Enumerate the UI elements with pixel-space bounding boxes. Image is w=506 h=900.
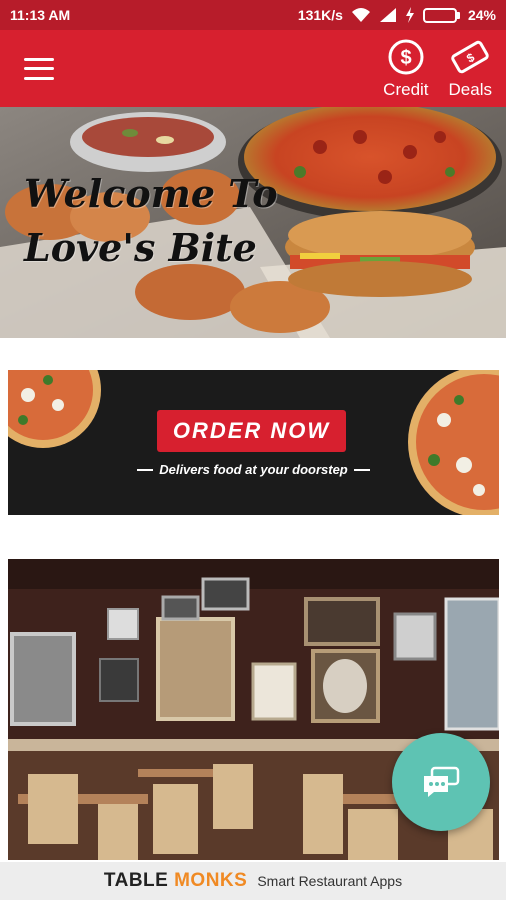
credit-button[interactable]: $ Credit [383,38,429,100]
hero-title: Welcome To Love's Bite [24,167,278,275]
svg-text:$: $ [400,47,411,69]
status-indicators: 131K/s 24% [298,7,496,23]
deals-label: Deals [448,79,492,99]
hero-title-line1: Welcome To [24,171,278,216]
pizza-decoration-right [408,370,499,515]
hero-banner[interactable]: Welcome To Love's Bite [0,107,506,338]
deals-button[interactable]: $ Deals [449,38,492,100]
credit-label: Credit [383,79,429,99]
dollar-circle-icon: $ [388,39,424,74]
order-now-banner[interactable]: ORDER NOW Delivers food at your doorstep [8,370,499,515]
status-time: 11:13 AM [10,7,71,23]
brand-logo: TABLE MONKS [104,870,247,892]
brand-tagline: Smart Restaurant Apps [257,873,403,889]
hamburger-menu-icon[interactable] [24,57,54,80]
order-tagline: Delivers food at your doorstep [126,462,381,477]
footer-branding: TABLE MONKS Smart Restaurant Apps [0,862,506,900]
order-now-button[interactable]: ORDER NOW [157,410,346,452]
battery-percent: 24% [467,7,496,23]
charging-icon [405,7,414,23]
chat-fab-button[interactable] [392,733,490,831]
order-tagline-text: Delivers food at your doorstep [159,462,348,477]
brand-part1: TABLE [103,870,169,891]
net-speed: 131K/s [297,7,343,23]
app-bar: $ Credit $ Deals [0,30,506,107]
ticket-icon: $ [451,40,490,73]
battery-icon [422,7,460,23]
wifi-icon [351,8,370,22]
hero-title-line2: Love's Bite [24,225,257,270]
signal-icon [379,8,396,22]
app-bar-actions: $ Credit $ Deals [383,38,492,100]
status-bar: 11:13 AM 131K/s 24% [0,0,506,30]
brand-part2: MONKS [174,870,248,891]
pizza-decoration-left [8,370,101,448]
chat-bubbles-icon [424,766,460,797]
